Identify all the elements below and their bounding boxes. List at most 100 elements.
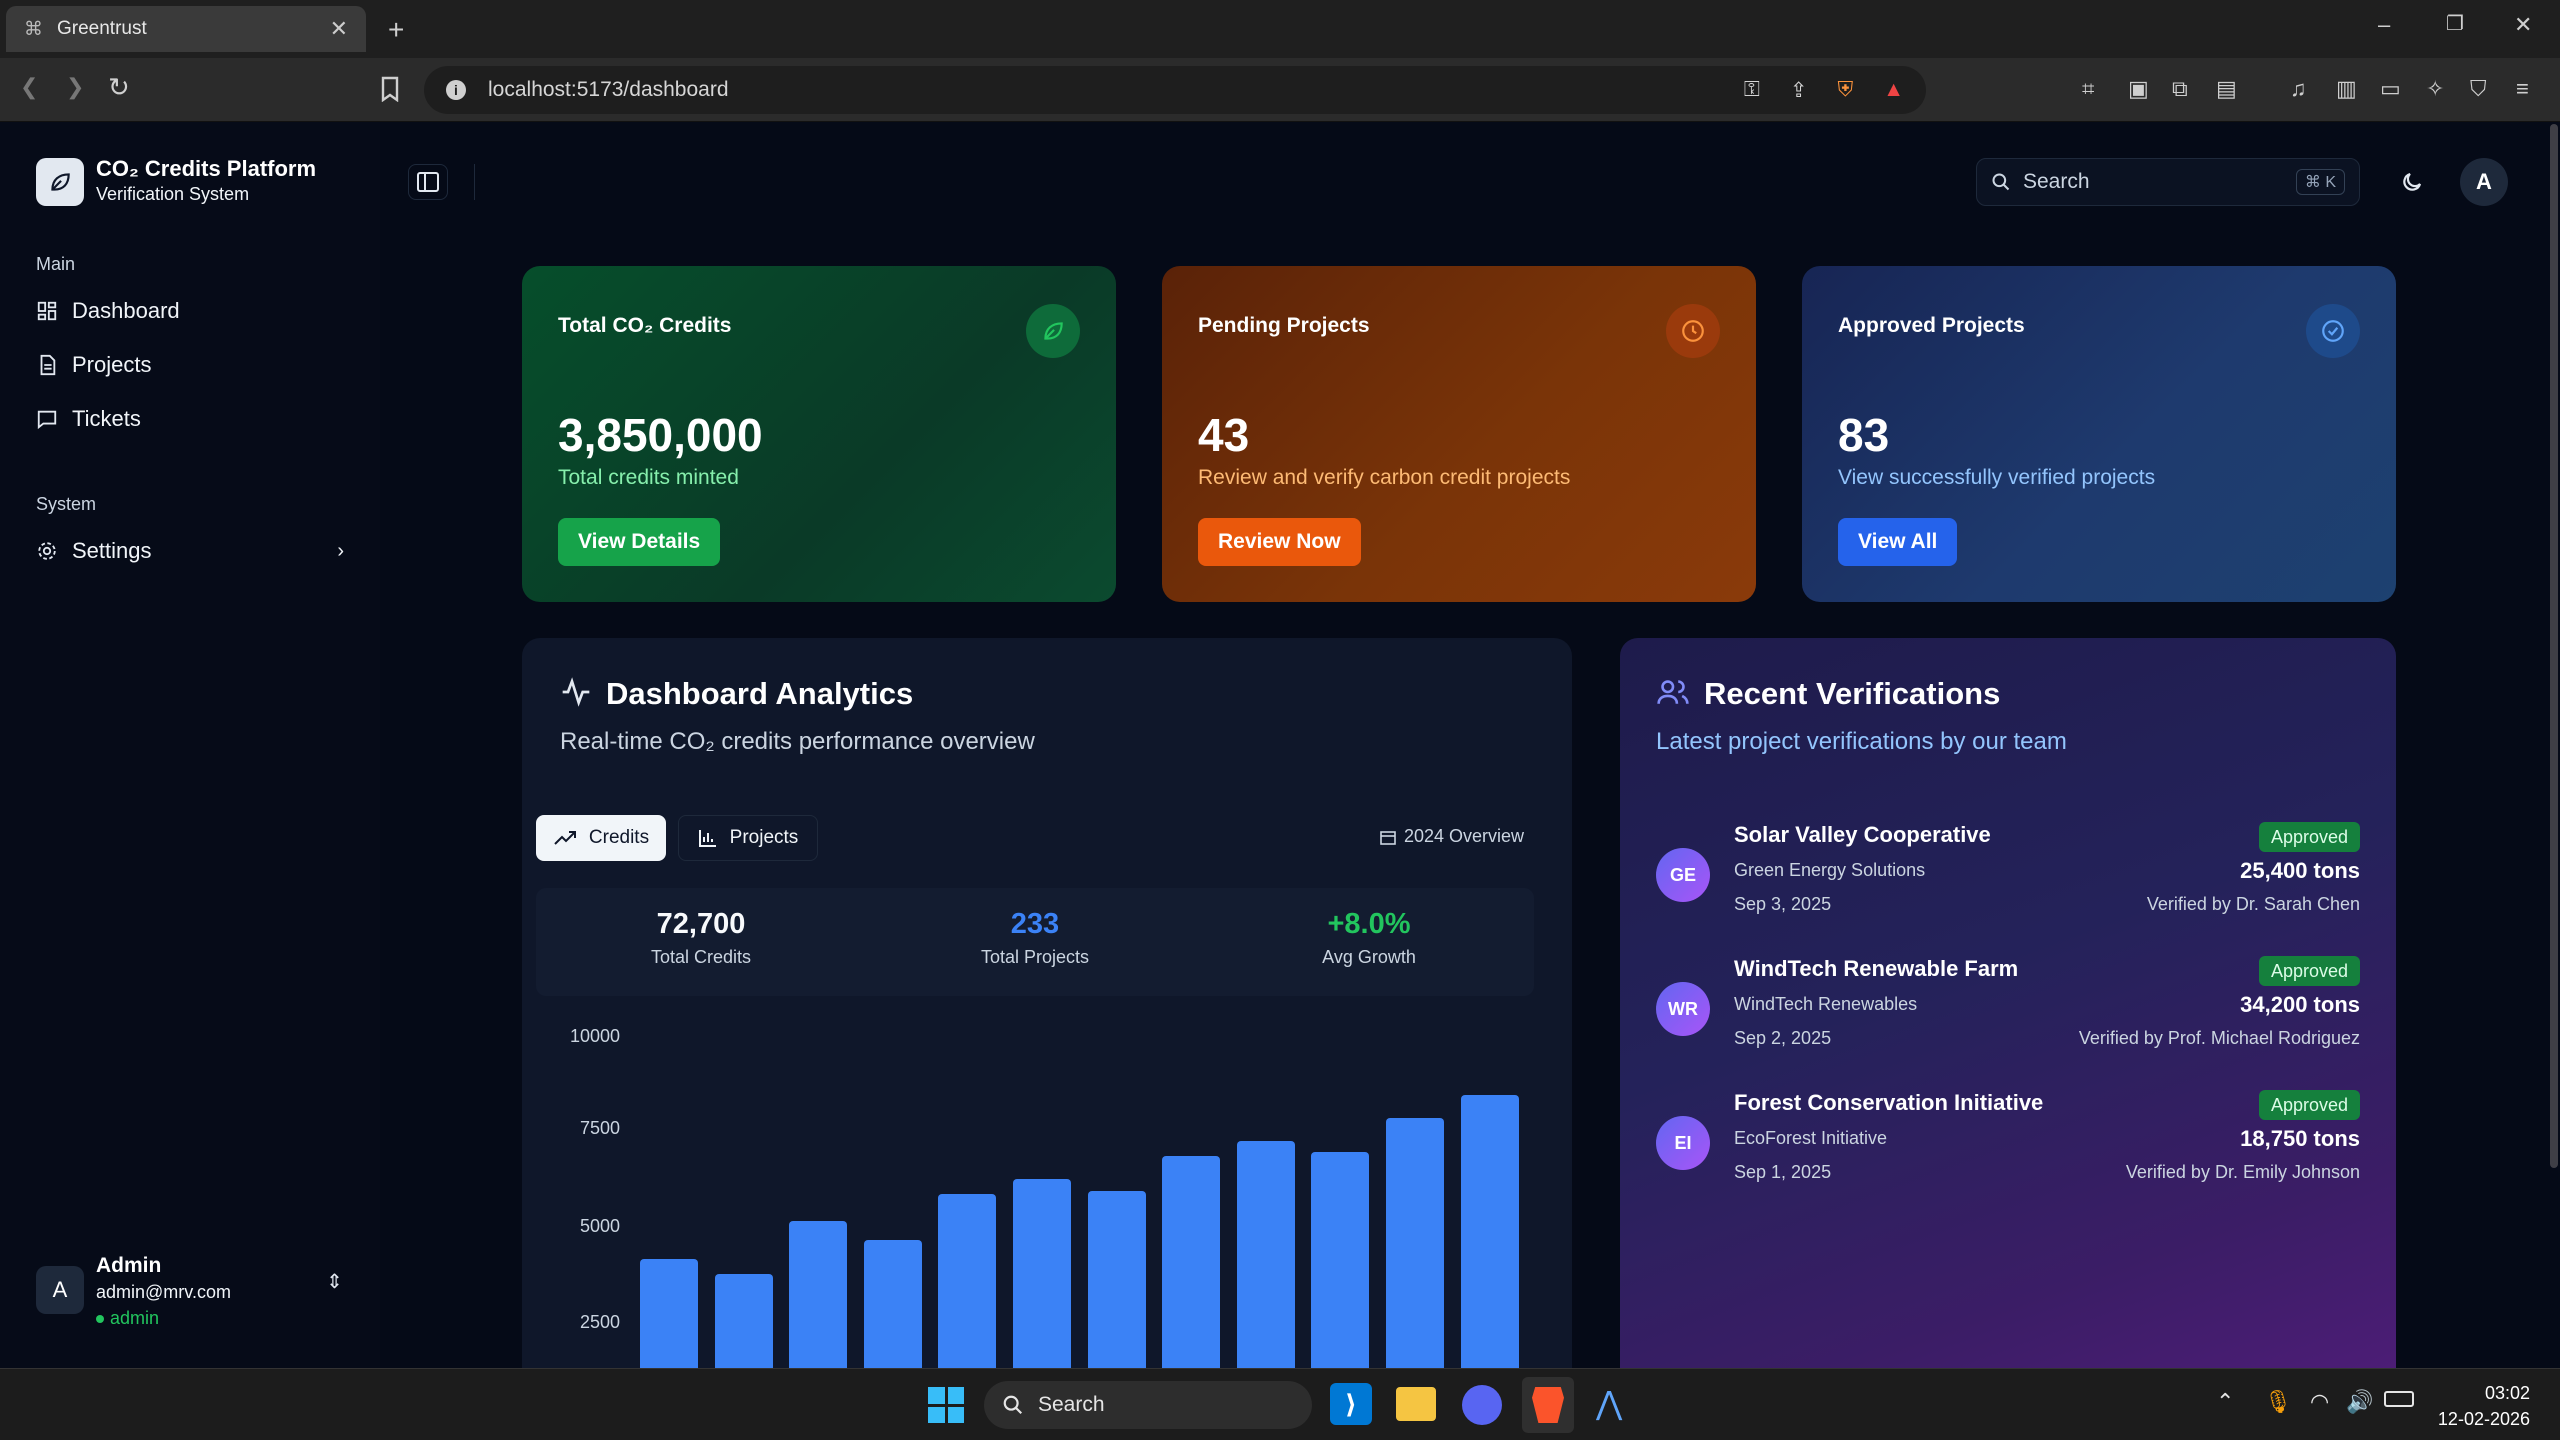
card-icon-badge (2306, 304, 2360, 358)
wallet-icon[interactable]: ▭ (2380, 78, 2401, 100)
brave-rewards-icon[interactable]: ▲ (1883, 78, 1904, 102)
windows-start-icon[interactable] (928, 1387, 964, 1423)
list-item[interactable]: WR WindTech Renewable Farm WindTech Rene… (1656, 956, 2360, 1076)
brave-shield-icon[interactable]: ⛨ (1837, 78, 1853, 102)
card-title: Total CO₂ Credits (558, 314, 732, 337)
bookmark-icon[interactable] (380, 76, 400, 102)
list-item[interactable]: GE Solar Valley Cooperative Green Energy… (1656, 822, 2360, 942)
share-icon[interactable]: ⇪ (1790, 78, 1808, 103)
project-org: Green Energy Solutions (1734, 860, 1926, 880)
screenshot-icon[interactable]: ⌗ (2082, 78, 2094, 100)
list-item[interactable]: EI Forest Conservation Initiative EcoFor… (1656, 1090, 2360, 1210)
brave-browser-icon[interactable] (1522, 1377, 1574, 1433)
wifi-icon[interactable]: ◠ (2310, 1389, 2329, 1415)
close-window-icon[interactable]: ✕ (2514, 14, 2532, 36)
stat-label: Total Credits (650, 947, 752, 967)
chart-bar[interactable] (1236, 1140, 1295, 1368)
discord-icon[interactable] (1462, 1385, 1502, 1425)
back-icon[interactable]: ❮ (20, 76, 38, 98)
chart-bar[interactable] (714, 1274, 773, 1368)
sidebar-item-dashboard[interactable]: Dashboard (36, 298, 180, 324)
search-shortcut: ⌘ K (2295, 169, 2345, 195)
stat-total-credits: 72,700 Total Credits (536, 888, 866, 968)
status-badge: Approved (2258, 956, 2360, 986)
card-pending-projects: Pending Projects 43 Review and verify ca… (1162, 266, 1756, 602)
project-tons: 25,400 tons (2240, 858, 2360, 883)
analytics-subtitle: Real-time CO₂ credits performance overvi… (560, 728, 1035, 755)
nav-section-main: Main (36, 254, 76, 274)
clock-time[interactable]: 03:02 (2430, 1383, 2530, 1404)
site-info-icon[interactable]: i (446, 80, 466, 100)
microphone-icon[interactable]: 🎙 (2264, 1389, 2292, 1415)
chart-bar[interactable] (640, 1259, 698, 1368)
tab-credits[interactable]: Credits (536, 815, 666, 861)
leo-icon[interactable]: ✧ (2426, 78, 2444, 100)
reload-icon[interactable]: ↻ (108, 74, 130, 100)
chart-bar[interactable] (938, 1194, 997, 1368)
app-icon[interactable]: ⋀ (1596, 1387, 1622, 1419)
chevron-up-down-icon[interactable]: ⇕ (326, 1272, 343, 1292)
chart-bar[interactable] (863, 1240, 922, 1368)
sidebar-item-projects[interactable]: Projects (36, 352, 151, 378)
sidebar-item-label: Projects (72, 352, 152, 377)
sidebar-item-settings[interactable]: Settings › (36, 538, 344, 564)
sidebar-toggle-button[interactable] (408, 164, 448, 200)
menu-icon[interactable]: ≡ (2516, 78, 2529, 100)
activity-icon (562, 677, 590, 707)
media-icon[interactable]: ♫ (2290, 78, 2307, 100)
vpn-icon[interactable]: ⛉ (2470, 78, 2487, 100)
chevron-right-icon: › (337, 539, 344, 562)
stat-label: Total Projects (980, 947, 1090, 967)
chart-bar[interactable] (1460, 1095, 1519, 1368)
view-details-button[interactable]: View Details (558, 518, 721, 566)
bar-chart-icon (698, 830, 716, 847)
taskbar-search[interactable]: Search (984, 1381, 1312, 1429)
project-org: EcoForest Initiative (1734, 1128, 1888, 1148)
view-all-button[interactable]: View All (1838, 518, 1958, 566)
clock-icon (1682, 320, 1704, 342)
verified-by: Verified by Dr. Sarah Chen (2146, 894, 2360, 914)
page-scrollbar[interactable] (2550, 124, 2558, 1168)
vscode-icon[interactable]: ⟩ (1330, 1383, 1372, 1425)
tab-close-icon[interactable]: ✕ (330, 16, 348, 42)
extension-1-icon[interactable]: ▣ (2128, 78, 2149, 100)
chart-bar[interactable] (1386, 1118, 1444, 1368)
chart-bar[interactable] (1087, 1190, 1146, 1368)
tab-title: Greentrust (57, 18, 147, 39)
analytics-summary: 72,700 Total Credits 233 Total Projects … (536, 888, 1534, 996)
address-bar[interactable]: i localhost:5173/dashboard ⚿ ⇪ ⛨ ▲ (424, 66, 1926, 114)
clock-date[interactable]: 12-02-2026 (2410, 1409, 2530, 1430)
new-tab-icon[interactable]: + (388, 16, 404, 44)
sidebar-toggle-icon[interactable]: ▥ (2336, 78, 2357, 100)
browser-tab-bar: ⌘ Greentrust ✕ + – ❐ ✕ (0, 0, 2560, 58)
tab-projects[interactable]: Projects (678, 815, 818, 861)
battery-icon[interactable] (2384, 1391, 2414, 1407)
chart-bar[interactable] (789, 1221, 848, 1368)
chart-bar[interactable] (1311, 1152, 1370, 1368)
tab-search-icon[interactable]: ▤ (2216, 78, 2237, 100)
chart-bar[interactable] (1162, 1156, 1221, 1368)
sidebar-item-tickets[interactable]: Tickets (36, 406, 141, 432)
tab-favicon-icon: ⌘ (24, 18, 43, 40)
file-explorer-icon[interactable] (1396, 1387, 1436, 1421)
review-now-button[interactable]: Review Now (1198, 518, 1361, 566)
status-dot-icon (96, 1314, 104, 1323)
header-avatar[interactable]: A (2460, 158, 2508, 206)
forward-icon[interactable]: ❯ (66, 76, 84, 98)
chart-bar[interactable] (1013, 1179, 1071, 1368)
search-input[interactable]: Search ⌘ K (1976, 158, 2360, 206)
volume-icon[interactable]: 🔊 (2346, 1389, 2373, 1415)
user-menu[interactable]: A Admin admin@mrv.com admin ⇕ (36, 1254, 346, 1334)
card-approved-projects: Approved Projects 83 View successfully v… (1802, 266, 2396, 602)
minimize-icon[interactable]: – (2378, 14, 2390, 36)
project-tons: 34,200 tons (2240, 992, 2360, 1017)
theme-toggle-button[interactable] (2392, 164, 2432, 200)
search-placeholder: Search (2023, 170, 2090, 193)
chevron-up-icon[interactable]: ⌃ (2216, 1389, 2234, 1415)
extensions-icon[interactable]: ⧉ (2172, 78, 2188, 100)
browser-tab[interactable]: ⌘ Greentrust ✕ (6, 6, 366, 52)
avatar: A (36, 1266, 84, 1314)
key-icon[interactable]: ⚿ (1744, 78, 1760, 102)
card-value: 83 (1838, 409, 1890, 461)
restore-icon[interactable]: ❐ (2446, 14, 2464, 34)
